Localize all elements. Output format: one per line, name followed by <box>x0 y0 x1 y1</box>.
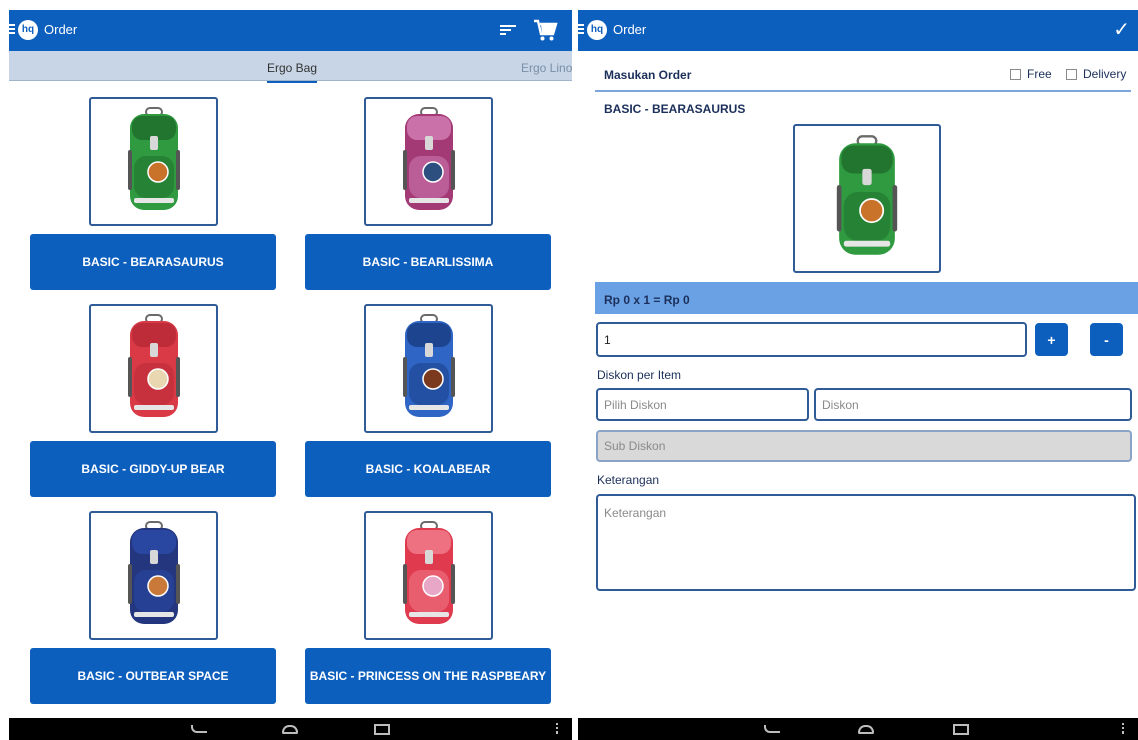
app-bar: hq Order <box>9 10 572 51</box>
backpack-drawing <box>402 106 455 210</box>
product-image[interactable] <box>89 97 218 226</box>
app-title: Order <box>44 22 78 37</box>
product-image[interactable] <box>89 304 218 433</box>
product-name: BASIC - BEARASAURUS <box>604 102 746 116</box>
decrement-button[interactable]: - <box>1090 323 1123 356</box>
tab-ergo-bag[interactable]: Ergo Bag <box>267 61 318 83</box>
overflow-icon[interactable] <box>1122 723 1124 734</box>
product-image <box>793 124 941 273</box>
product-image[interactable] <box>364 97 493 226</box>
discount-label: Diskon per Item <box>597 368 682 382</box>
app-bar: hq Order ✓ <box>578 10 1138 51</box>
system-nav-bar <box>9 718 572 740</box>
keterangan-textarea[interactable]: Keterangan <box>596 494 1136 591</box>
free-checkbox[interactable] <box>1010 69 1021 80</box>
product-button[interactable]: BASIC - BEARASAURUS <box>30 234 276 290</box>
backpack-image <box>402 520 455 624</box>
nav-back-icon[interactable] <box>764 725 780 733</box>
product-image[interactable] <box>89 511 218 640</box>
order-form-screen: hq Order ✓ Masukan Order Free Delivery B… <box>578 10 1138 740</box>
quantity-input[interactable]: 1 <box>596 322 1027 357</box>
section-title: Masukan Order <box>604 68 692 82</box>
backpack-image <box>402 106 455 210</box>
product-button[interactable]: BASIC - KOALABEAR <box>305 441 551 497</box>
keterangan-label: Keterangan <box>597 473 660 487</box>
nav-home-icon[interactable] <box>858 725 874 734</box>
nav-home-icon[interactable] <box>282 725 298 734</box>
backpack-drawing <box>127 520 180 624</box>
free-label: Free <box>1027 67 1052 81</box>
backpack-drawing <box>836 134 898 255</box>
product-list-screen: hq Order Ergo Bag Ergo Lino BASIC - BEAR… <box>9 10 572 740</box>
product-button[interactable]: BASIC - OUTBEAR SPACE <box>30 648 276 704</box>
increment-button[interactable]: + <box>1035 323 1068 356</box>
nav-back-icon[interactable] <box>191 725 207 733</box>
backpack-image <box>836 134 898 255</box>
backpack-drawing <box>402 520 455 624</box>
backpack-image <box>127 106 180 210</box>
product-button[interactable]: BASIC - GIDDY-UP BEAR <box>30 441 276 497</box>
sub-diskon-field: Sub Diskon <box>596 430 1132 462</box>
nav-recent-icon[interactable] <box>374 724 390 735</box>
divider <box>595 90 1131 92</box>
check-icon[interactable]: ✓ <box>1113 17 1130 42</box>
diskon-input[interactable]: Diskon <box>814 388 1132 421</box>
menu-icon[interactable] <box>9 24 15 34</box>
product-button[interactable]: BASIC - BEARLISSIMA <box>305 234 551 290</box>
pilih-diskon-select[interactable]: Pilih Diskon <box>596 388 809 421</box>
backpack-image <box>127 520 180 624</box>
price-line: Rp 0 x 1 = Rp 0 <box>604 293 690 307</box>
overflow-icon[interactable] <box>556 723 558 734</box>
category-tabs: Ergo Bag Ergo Lino <box>9 51 572 83</box>
delivery-checkbox[interactable] <box>1066 69 1077 80</box>
menu-icon[interactable] <box>578 24 584 34</box>
nav-recent-icon[interactable] <box>953 724 969 735</box>
cart-icon[interactable] <box>532 17 558 43</box>
product-button[interactable]: BASIC - PRINCESS ON THE RASPBEARY <box>305 648 551 704</box>
product-image[interactable] <box>364 511 493 640</box>
app-title: Order <box>613 22 647 37</box>
backpack-drawing <box>127 106 180 210</box>
delivery-label: Delivery <box>1083 67 1127 81</box>
system-nav-bar <box>578 718 1138 740</box>
product-image[interactable] <box>364 304 493 433</box>
backpack-image <box>127 313 180 417</box>
backpack-drawing <box>402 313 455 417</box>
sort-icon[interactable] <box>500 25 516 36</box>
tab-ergo-lino[interactable]: Ergo Lino <box>521 61 572 75</box>
backpack-drawing <box>127 313 180 417</box>
backpack-image <box>402 313 455 417</box>
hq-logo[interactable]: hq <box>18 20 38 40</box>
hq-logo[interactable]: hq <box>587 20 607 40</box>
